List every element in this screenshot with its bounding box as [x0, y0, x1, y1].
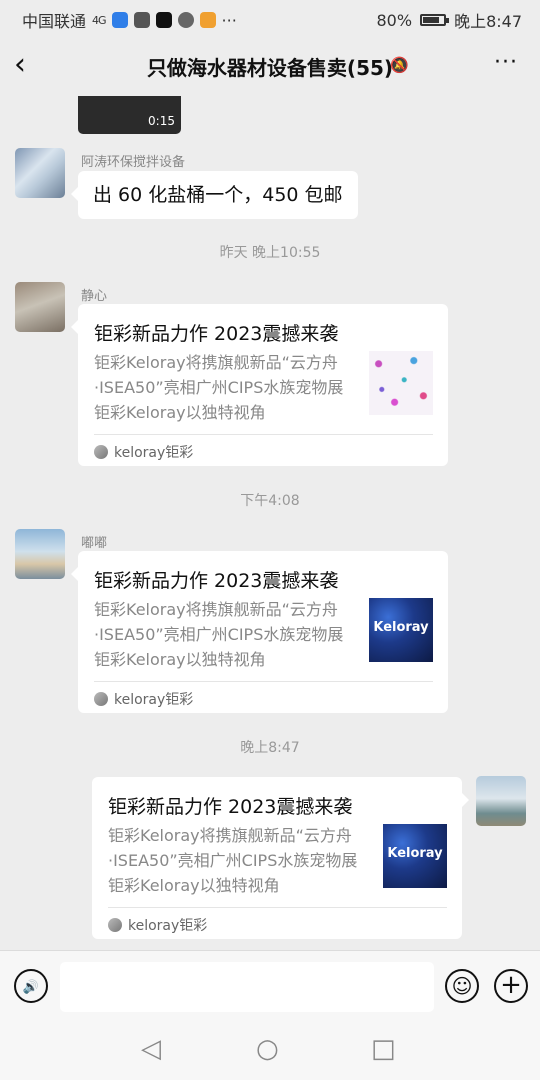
app-notification-icon [111, 12, 128, 28]
app-icon [199, 12, 216, 28]
card-desc-line: 钜彩Keloray将携旗舰新品“云方舟 [108, 826, 352, 845]
link-card[interactable]: 钜彩新品力作 2023震撼来袭 钜彩Keloray将携旗舰新品“云方舟 ·ISE… [92, 777, 469, 939]
chat-header: ‹ 只做海水器材设备售卖(55) 🔕 ··· [0, 36, 540, 94]
divider [94, 681, 433, 682]
tiktok-icon [155, 12, 172, 28]
timestamp: 昨天 晚上10:55 [219, 245, 321, 261]
card-source: keloray钜彩 [108, 915, 207, 935]
avatar[interactable] [15, 148, 65, 198]
mute-icon: 🔕 [390, 56, 409, 74]
avatar[interactable] [15, 282, 65, 332]
nav-home-icon[interactable]: ○ [256, 1034, 279, 1064]
card-desc-line: 钜彩Keloray以独特视角 [94, 650, 266, 669]
source-name: keloray钜彩 [114, 692, 194, 708]
system-nav-bar: ◁ ○ □ [0, 1022, 540, 1080]
card-desc-line: ·ISEA50”亮相广州CIPS水族宠物展 [108, 851, 358, 870]
input-bar: 🔊 ☺ + [0, 950, 540, 1023]
status-bar: 中国联通 4G ··· 80% 晚上8:47 [0, 0, 540, 36]
text-message[interactable]: 出 60 化盐桶一个，450 包邮 [71, 171, 358, 219]
app-icon [177, 12, 194, 28]
link-card[interactable]: 钜彩新品力作 2023震撼来袭 钜彩Keloray将携旗舰新品“云方舟 ·ISE… [71, 304, 448, 466]
card-source: keloray钜彩 [94, 442, 193, 462]
voice-input-button[interactable]: 🔊 [14, 969, 48, 1003]
source-name: keloray钜彩 [114, 445, 194, 461]
nav-back-icon[interactable]: ◁ [141, 1034, 161, 1064]
more-options-button[interactable]: ··· [494, 50, 518, 75]
status-left: 中国联通 4G ··· [22, 8, 237, 32]
source-logo-icon [108, 918, 122, 932]
sender-name: 阿涛环保搅拌设备 [81, 155, 186, 170]
source-name: keloray钜彩 [128, 918, 208, 934]
card-thumbnail [369, 351, 433, 415]
avatar[interactable] [15, 529, 65, 579]
timestamp: 下午4:08 [240, 493, 300, 509]
more-notifications-icon: ··· [221, 10, 237, 30]
nav-recent-icon[interactable]: □ [371, 1034, 396, 1064]
video-message[interactable]: 0:15 [78, 96, 181, 134]
sender-name: 静心 [81, 289, 108, 304]
plus-icon: + [500, 970, 522, 1000]
card-desc-line: 钜彩Keloray将携旗舰新品“云方舟 [94, 353, 338, 372]
card-description: 钜彩Keloray将携旗舰新品“云方舟 ·ISEA50”亮相广州CIPS水族宠物… [94, 597, 356, 672]
battery-percent: 80% [376, 10, 413, 30]
card-title: 钜彩新品力作 2023震撼来袭 [94, 570, 339, 592]
card-desc-line: 钜彩Keloray以独特视角 [108, 876, 280, 895]
emoji-button[interactable]: ☺ [445, 969, 479, 1003]
my-avatar[interactable] [476, 776, 526, 826]
emoji-icon: ☺ [451, 974, 473, 998]
voice-icon: 🔊 [22, 980, 40, 995]
card-desc-line: 钜彩Keloray将携旗舰新品“云方舟 [94, 600, 338, 619]
card-thumbnail: Keloray [369, 598, 433, 662]
source-logo-icon [94, 445, 108, 459]
card-desc-line: ·ISEA50”亮相广州CIPS水族宠物展 [94, 625, 344, 644]
card-source: keloray钜彩 [94, 689, 193, 709]
thumbnail-logo-text: Keloray [373, 620, 429, 635]
divider [94, 434, 433, 435]
more-functions-button[interactable]: + [494, 969, 528, 1003]
card-description: 钜彩Keloray将携旗舰新品“云方舟 ·ISEA50”亮相广州CIPS水族宠物… [108, 823, 370, 898]
card-description: 钜彩Keloray将携旗舰新品“云方舟 ·ISEA50”亮相广州CIPS水族宠物… [94, 350, 356, 425]
card-title: 钜彩新品力作 2023震撼来袭 [94, 323, 339, 345]
divider [108, 907, 447, 908]
video-duration: 0:15 [148, 114, 175, 128]
timestamp: 晚上8:47 [240, 740, 300, 756]
card-thumbnail: Keloray [383, 824, 447, 888]
shield-icon [133, 12, 150, 28]
source-logo-icon [94, 692, 108, 706]
link-card[interactable]: 钜彩新品力作 2023震撼来袭 钜彩Keloray将携旗舰新品“云方舟 ·ISE… [71, 551, 448, 713]
carrier-label: 中国联通 [22, 12, 87, 31]
clock: 晚上8:47 [454, 12, 522, 31]
card-desc-line: 钜彩Keloray以独特视角 [94, 403, 266, 422]
card-desc-line: ·ISEA50”亮相广州CIPS水族宠物展 [94, 378, 344, 397]
battery-icon [420, 14, 450, 26]
status-right: 80% 晚上8:47 [377, 8, 523, 32]
thumbnail-logo-text: Keloray [387, 846, 443, 861]
signal-icon: 4G [92, 13, 106, 27]
chat-messages: 0:15 阿涛环保搅拌设备 出 60 化盐桶一个，450 包邮 昨天 晚上10:… [0, 94, 540, 950]
sender-name: 嘟嘟 [81, 536, 108, 551]
card-title: 钜彩新品力作 2023震撼来袭 [108, 796, 353, 818]
message-input[interactable] [60, 962, 434, 1012]
chat-title: 只做海水器材设备售卖(55) [146, 56, 394, 80]
